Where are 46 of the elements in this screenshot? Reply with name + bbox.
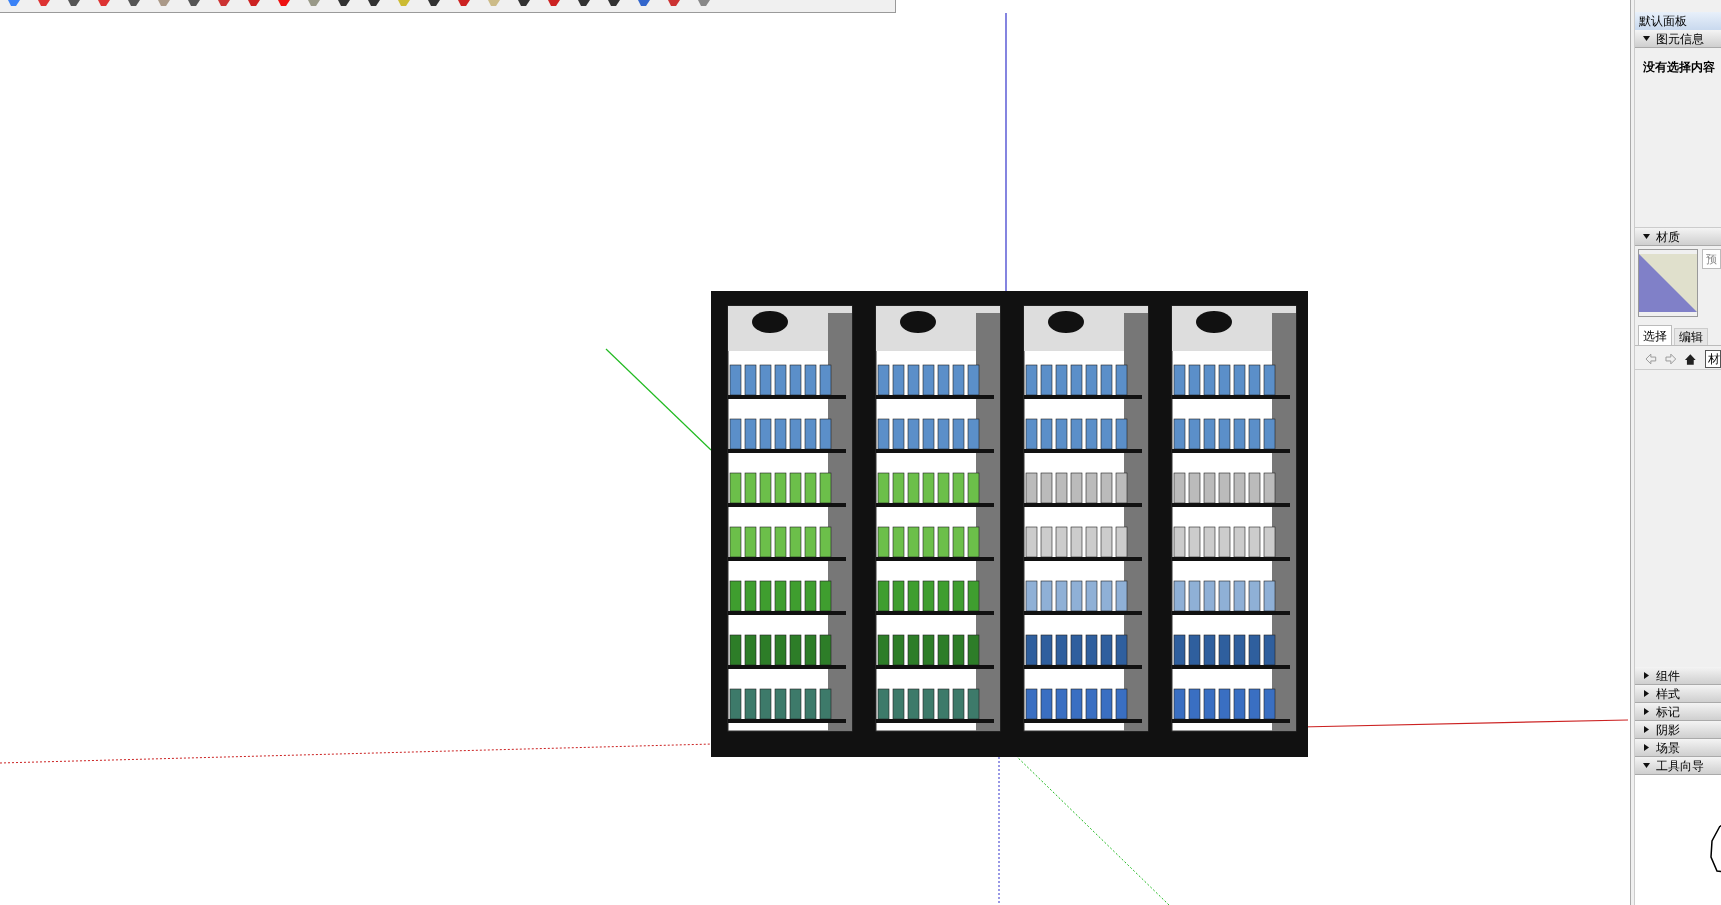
collapsed-triangle-icon[interactable] [1643, 726, 1650, 733]
tool-icon[interactable] [126, 0, 142, 7]
tool-icon[interactable] [246, 0, 262, 7]
collapsed-triangle-icon[interactable] [1643, 744, 1650, 751]
section-header[interactable]: 阴影 [1635, 721, 1721, 739]
section-title: 阴影 [1656, 723, 1680, 736]
tool-icon[interactable] [606, 0, 622, 7]
section-title: 样式 [1656, 687, 1680, 700]
collapsed-triangle-icon[interactable] [1643, 690, 1650, 697]
section-title: 材质 [1656, 230, 1680, 243]
panel-tab[interactable]: 选择 [1638, 325, 1672, 345]
expanded-triangle-icon[interactable] [1643, 35, 1650, 42]
material-swatch [1638, 249, 1698, 317]
tool-icon[interactable] [576, 0, 592, 7]
section-title: 标记 [1656, 705, 1680, 718]
section-header[interactable]: 样式 [1635, 685, 1721, 703]
tool-icon[interactable] [516, 0, 532, 7]
tool-icon[interactable] [426, 0, 442, 7]
tool-icon[interactable] [546, 0, 562, 7]
collapsed-triangle-icon[interactable] [1643, 672, 1650, 679]
home-icon[interactable] [1684, 352, 1697, 366]
collapsed-triangle-icon[interactable] [1643, 708, 1650, 715]
section-title: 工具向导 [1656, 759, 1704, 772]
section-header[interactable]: 组件 [1635, 667, 1721, 685]
section-header[interactable]: 工具向导 [1635, 757, 1721, 775]
expanded-triangle-icon[interactable] [1643, 762, 1650, 769]
section-title: 场景 [1656, 741, 1680, 754]
section-title: 图元信息 [1656, 32, 1704, 45]
section-header[interactable]: 场景 [1635, 739, 1721, 757]
expanded-triangle-icon[interactable] [1643, 233, 1650, 240]
tool-icon[interactable] [186, 0, 202, 7]
tool-icon[interactable] [636, 0, 652, 7]
section-header[interactable]: 标记 [1635, 703, 1721, 721]
panel-tab[interactable]: 编辑 [1674, 328, 1708, 345]
section-title: 组件 [1656, 669, 1680, 682]
tool-icon[interactable] [366, 0, 382, 7]
section-header[interactable]: 图元信息 [1635, 30, 1721, 48]
no-selection-message: 没有选择内容 [1643, 60, 1715, 74]
material-button[interactable]: 预 [1702, 249, 1721, 269]
tool-icon[interactable] [66, 0, 82, 7]
guide-drawing [1709, 825, 1721, 873]
material-dropdown[interactable]: 材 [1705, 350, 1721, 368]
tool-icon[interactable] [336, 0, 352, 7]
panel-title: 默认面板 [1635, 12, 1721, 30]
tool-icon[interactable] [456, 0, 472, 7]
section-header[interactable]: 材质 [1635, 228, 1721, 246]
